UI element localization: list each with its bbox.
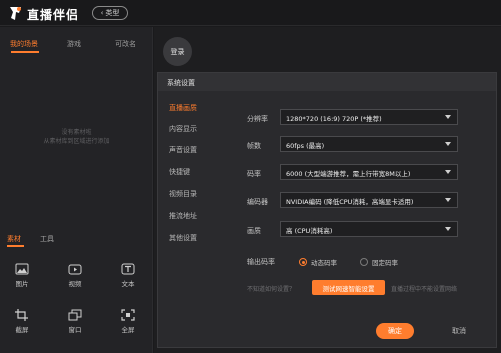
login-button[interactable]: 登录	[163, 37, 192, 66]
menu-content-display[interactable]: 内容显示	[169, 124, 197, 134]
mode-button[interactable]: ‹ 类型	[92, 6, 128, 20]
encoder-value: NVIDIA编码 (降低CPU消耗，高端显卡适用)	[286, 198, 414, 206]
tile-text-label: 文本	[121, 280, 135, 288]
video-icon	[68, 264, 82, 275]
bitrate-label: 码率	[247, 170, 261, 178]
tile-fullscreen-label: 全屏	[121, 326, 135, 334]
tile-window-label: 窗口	[68, 326, 82, 334]
chevron-left-icon: ‹	[100, 9, 104, 17]
chevron-down-icon	[445, 227, 451, 231]
encoder-select[interactable]: NVIDIA编码 (降低CPU消耗，高端显卡适用)	[280, 192, 458, 208]
image-icon	[15, 263, 29, 275]
speed-test-button[interactable]: 测试网速智能设置	[312, 280, 385, 295]
empty-hint-line2: 从素材库到区域进行添加	[43, 138, 110, 145]
tile-text[interactable]: 文本	[111, 263, 145, 293]
empty-hint-line1: 没有素材啦	[61, 129, 92, 136]
tile-fullscreen[interactable]: 全屏	[111, 309, 145, 339]
tab-tools[interactable]: 工具	[40, 234, 54, 244]
radio-fixed-bitrate[interactable]: 固定码率	[360, 257, 398, 267]
left-panel: 我的场景 游戏 可改名 没有素材啦 从素材库到区域进行添加 素材 工具 图片 视…	[0, 27, 153, 353]
chevron-down-icon	[445, 198, 451, 202]
radio-dynamic-bitrate[interactable]: 动态码率	[299, 257, 337, 267]
tile-image-label: 图片	[15, 280, 29, 288]
menu-hotkeys[interactable]: 快捷键	[169, 167, 190, 177]
quality-select[interactable]: 高 (CPU消耗高)	[280, 221, 458, 237]
title-bar: 直播伴侣 ‹ 类型	[0, 0, 501, 26]
radio-unchecked-icon	[360, 258, 368, 266]
tab-materials[interactable]: 素材	[7, 234, 21, 244]
framerate-value: 60fps (最高)	[286, 142, 325, 150]
chevron-down-icon	[445, 115, 451, 119]
ok-button[interactable]: 确定	[376, 323, 414, 339]
framerate-label: 帧数	[247, 142, 261, 150]
tile-crop[interactable]: 截屏	[5, 309, 39, 339]
menu-live-quality[interactable]: 直播画质	[169, 103, 197, 113]
fullscreen-icon	[121, 309, 135, 321]
chevron-down-icon	[445, 170, 451, 174]
app-logo-icon	[10, 7, 21, 20]
tab-rename[interactable]: 可改名	[115, 39, 136, 49]
active-source-underline	[7, 245, 24, 247]
tab-game[interactable]: 游戏	[67, 39, 81, 49]
output-bitrate-label: 输出码率	[247, 258, 275, 266]
empty-hint: 没有素材啦 从素材库到区域进行添加	[0, 128, 153, 146]
radio-checked-icon	[299, 258, 307, 266]
encoder-label: 编码器	[247, 198, 268, 206]
tile-image[interactable]: 图片	[5, 263, 39, 293]
bitrate-value: 6000 (大型端游推荐，需上行带宽8M以上)	[286, 170, 411, 178]
cancel-button[interactable]: 取消	[446, 323, 472, 339]
framerate-select[interactable]: 60fps (最高)	[280, 136, 458, 152]
resolution-value: 1280*720 (16:9) 720P (*推荐)	[286, 115, 382, 123]
tab-my-scenes[interactable]: 我的场景	[10, 39, 38, 49]
chevron-down-icon	[445, 142, 451, 146]
bitrate-select[interactable]: 6000 (大型端游推荐，需上行带宽8M以上)	[280, 164, 458, 180]
settings-dialog: 系统设置 直播画质 内容显示 声音设置 快捷键 视频目录 推流地址 其他设置 分…	[157, 72, 497, 348]
crop-icon	[15, 309, 28, 321]
tile-video-label: 视频	[68, 280, 82, 288]
radio-fixed-label: 固定码率	[372, 259, 398, 267]
resolution-select[interactable]: 1280*720 (16:9) 720P (*推荐)	[280, 109, 458, 125]
mode-label: 类型	[105, 9, 120, 17]
active-tab-underline	[11, 51, 39, 53]
dialog-title: 系统设置	[158, 73, 496, 91]
menu-other-settings[interactable]: 其他设置	[169, 233, 197, 243]
help-text: 不知道如何设置？	[247, 286, 296, 293]
quality-label: 画质	[247, 227, 261, 235]
window-icon	[68, 309, 82, 321]
text-icon	[121, 263, 135, 275]
tile-video[interactable]: 视频	[58, 263, 92, 293]
quality-value: 高 (CPU消耗高)	[286, 227, 333, 235]
menu-stream-url[interactable]: 推流地址	[169, 211, 197, 221]
resolution-label: 分辨率	[247, 115, 268, 123]
menu-video-directory[interactable]: 视频目录	[169, 189, 197, 199]
app-title: 直播伴侣	[27, 8, 80, 22]
menu-audio-settings[interactable]: 声音设置	[169, 145, 197, 155]
test-hint: 直播过程中不能设置网络	[391, 286, 458, 293]
tile-window[interactable]: 窗口	[58, 309, 92, 339]
tile-crop-label: 截屏	[15, 326, 29, 334]
radio-dynamic-label: 动态码率	[311, 259, 337, 267]
